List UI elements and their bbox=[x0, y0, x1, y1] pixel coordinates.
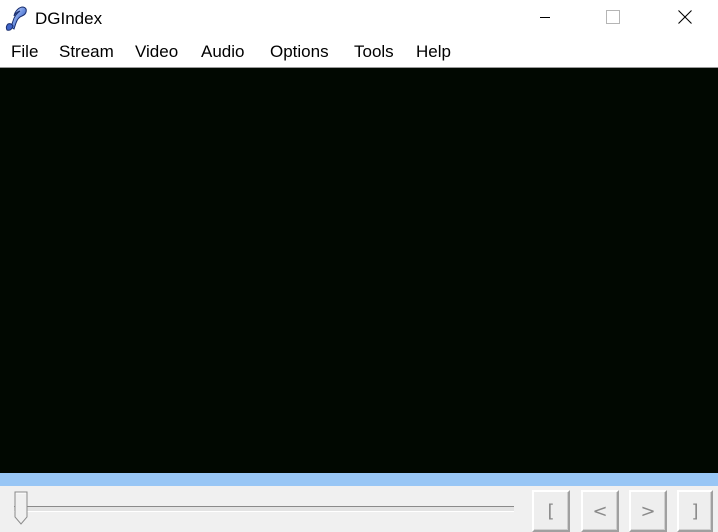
minimize-icon bbox=[539, 10, 551, 28]
menu-audio[interactable]: Audio bbox=[200, 42, 245, 62]
mark-end-button[interactable]: ] bbox=[677, 490, 713, 532]
close-button[interactable] bbox=[662, 0, 708, 38]
close-icon bbox=[678, 9, 692, 29]
progress-fill bbox=[0, 473, 718, 486]
title-bar: DGIndex bbox=[0, 0, 718, 38]
menu-options[interactable]: Options bbox=[269, 42, 330, 62]
progress-bar bbox=[0, 473, 718, 486]
seek-slider-thumb[interactable] bbox=[14, 491, 28, 525]
mark-start-button[interactable]: [ bbox=[532, 490, 570, 532]
maximize-button[interactable] bbox=[590, 0, 636, 38]
menu-bar: File Stream Video Audio Options Tools He… bbox=[0, 38, 718, 67]
step-back-button[interactable]: < bbox=[581, 490, 619, 532]
menu-tools[interactable]: Tools bbox=[353, 42, 395, 62]
menu-file[interactable]: File bbox=[10, 42, 39, 62]
step-forward-button[interactable]: > bbox=[629, 490, 667, 532]
video-display bbox=[0, 67, 718, 473]
step-back-label: < bbox=[592, 500, 608, 522]
menu-video[interactable]: Video bbox=[134, 42, 179, 62]
mark-end-label: ] bbox=[691, 500, 699, 522]
mark-start-label: [ bbox=[547, 500, 555, 522]
window-title: DGIndex bbox=[35, 9, 103, 28]
menu-stream[interactable]: Stream bbox=[58, 42, 115, 62]
minimize-button[interactable] bbox=[522, 0, 568, 38]
dgindex-quill-icon bbox=[5, 6, 29, 32]
menu-help[interactable]: Help bbox=[415, 42, 452, 62]
step-forward-label: > bbox=[640, 500, 656, 522]
maximize-icon bbox=[606, 9, 620, 29]
seek-slider-track[interactable] bbox=[14, 506, 514, 512]
playback-controls: [ < > ] bbox=[0, 486, 718, 532]
